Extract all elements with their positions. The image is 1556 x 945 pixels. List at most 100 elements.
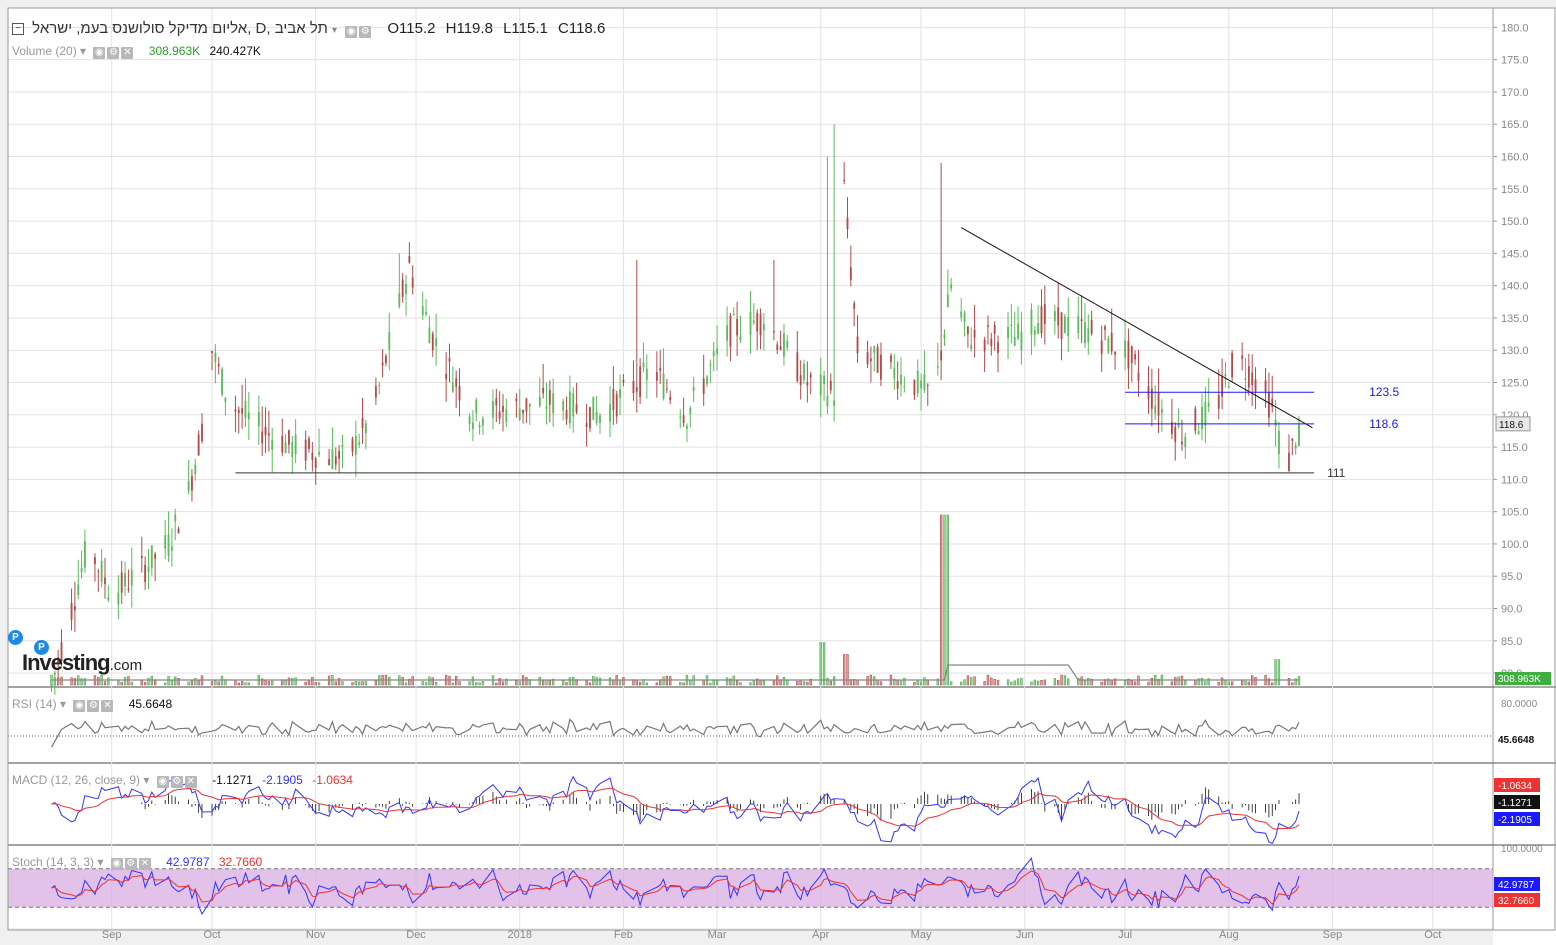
candle-body[interactable] <box>946 294 949 308</box>
candle-body[interactable] <box>759 313 762 336</box>
candle-body[interactable] <box>177 528 180 534</box>
candle-body[interactable] <box>716 348 718 355</box>
candle-body[interactable] <box>94 557 96 565</box>
candle-body[interactable] <box>150 545 153 568</box>
gear-icon[interactable]: ⚙ <box>107 47 120 60</box>
candle-body[interactable] <box>425 311 427 315</box>
candle-body[interactable] <box>960 311 963 318</box>
candle-body[interactable] <box>147 566 150 573</box>
candle-body[interactable] <box>237 409 240 414</box>
candle-body[interactable] <box>599 415 601 423</box>
candle-body[interactable] <box>983 339 986 352</box>
candle-body[interactable] <box>866 352 869 365</box>
candle-body[interactable] <box>940 350 943 361</box>
candle-body[interactable] <box>1157 392 1160 416</box>
eye-icon[interactable]: ◉ <box>110 858 123 871</box>
candle-body[interactable] <box>358 442 361 445</box>
close-icon[interactable]: ✕ <box>101 700 114 713</box>
candle-body[interactable] <box>120 572 123 593</box>
candle-body[interactable] <box>846 217 849 229</box>
candle-body[interactable] <box>1244 378 1247 380</box>
candle-body[interactable] <box>107 597 110 600</box>
candle-body[interactable] <box>201 423 203 442</box>
candle-body[interactable] <box>338 450 341 459</box>
candle-body[interactable] <box>1184 436 1187 448</box>
candle-body[interactable] <box>224 397 227 402</box>
close-icon[interactable]: ✕ <box>138 858 151 871</box>
candle-body[interactable] <box>1298 423 1300 446</box>
candle-body[interactable] <box>803 363 805 380</box>
candle-body[interactable] <box>174 514 177 522</box>
candle-body[interactable] <box>669 396 672 401</box>
candle-body[interactable] <box>167 534 170 557</box>
candle-body[interactable] <box>1037 323 1040 334</box>
candle-body[interactable] <box>749 311 752 336</box>
candle-body[interactable] <box>973 329 976 338</box>
candle-body[interactable] <box>552 393 555 414</box>
candle-body[interactable] <box>686 425 688 429</box>
candle-body[interactable] <box>732 313 735 315</box>
candle-body[interactable] <box>1114 351 1116 355</box>
candle-body[interactable] <box>334 456 337 465</box>
candle-body[interactable] <box>247 412 250 420</box>
candle-body[interactable] <box>261 431 264 444</box>
candle-body[interactable] <box>876 346 879 373</box>
candle-body[interactable] <box>130 569 133 586</box>
gear-icon[interactable]: ⚙ <box>124 858 137 871</box>
candle-body[interactable] <box>492 401 494 418</box>
candle-body[interactable] <box>354 435 357 455</box>
candle-body[interactable] <box>401 279 404 298</box>
candle-body[interactable] <box>314 458 317 468</box>
close-icon[interactable]: ✕ <box>121 47 134 60</box>
candle-body[interactable] <box>1217 394 1220 409</box>
candle-body[interactable] <box>498 411 501 419</box>
candle-body[interactable] <box>1124 340 1127 358</box>
candle-body[interactable] <box>869 358 872 362</box>
candle-body[interactable] <box>990 338 993 347</box>
candle-body[interactable] <box>448 358 451 362</box>
candle-body[interactable] <box>856 336 859 354</box>
candle-body[interactable] <box>819 374 822 396</box>
candle-body[interactable] <box>926 384 929 386</box>
candle-body[interactable] <box>361 418 364 428</box>
candle-body[interactable] <box>843 180 846 182</box>
candle-body[interactable] <box>997 342 999 353</box>
candle-body[interactable] <box>1294 445 1297 449</box>
candle-body[interactable] <box>548 390 551 405</box>
eye-icon[interactable]: ◉ <box>73 700 86 713</box>
candle-body[interactable] <box>709 364 712 366</box>
candle-body[interactable] <box>1201 407 1203 429</box>
candle-body[interactable] <box>381 362 384 366</box>
candle-body[interactable] <box>351 438 354 452</box>
candle-body[interactable] <box>308 438 310 449</box>
candle-body[interactable] <box>291 441 294 458</box>
eye-icon[interactable]: ◉ <box>156 776 169 789</box>
candle-body[interactable] <box>642 362 645 368</box>
candle-body[interactable] <box>1224 373 1227 377</box>
candle-body[interactable] <box>1264 380 1267 392</box>
candle-body[interactable] <box>639 366 642 397</box>
candle-body[interactable] <box>522 409 524 414</box>
candle-body[interactable] <box>398 293 401 307</box>
candle-body[interactable] <box>903 386 906 388</box>
candle-body[interactable] <box>388 331 391 350</box>
candle-body[interactable] <box>471 422 474 430</box>
candle-body[interactable] <box>1057 307 1060 326</box>
candle-body[interactable] <box>288 430 290 445</box>
candle-body[interactable] <box>1174 426 1177 442</box>
candle-body[interactable] <box>936 366 939 368</box>
candle-body[interactable] <box>679 416 682 418</box>
candle-body[interactable] <box>281 436 284 453</box>
candle-body[interactable] <box>993 325 996 334</box>
candle-body[interactable] <box>706 376 708 385</box>
candle-body[interactable] <box>779 346 782 351</box>
candle-body[interactable] <box>943 334 946 339</box>
candle-body[interactable] <box>585 423 588 428</box>
candle-body[interactable] <box>1197 431 1200 434</box>
chevron-down-icon[interactable]: ▾ <box>143 773 149 787</box>
candle-body[interactable] <box>655 372 658 381</box>
candle-body[interactable] <box>271 439 274 450</box>
candle-body[interactable] <box>294 434 297 455</box>
candle-body[interactable] <box>963 312 966 323</box>
candle-body[interactable] <box>144 564 147 582</box>
